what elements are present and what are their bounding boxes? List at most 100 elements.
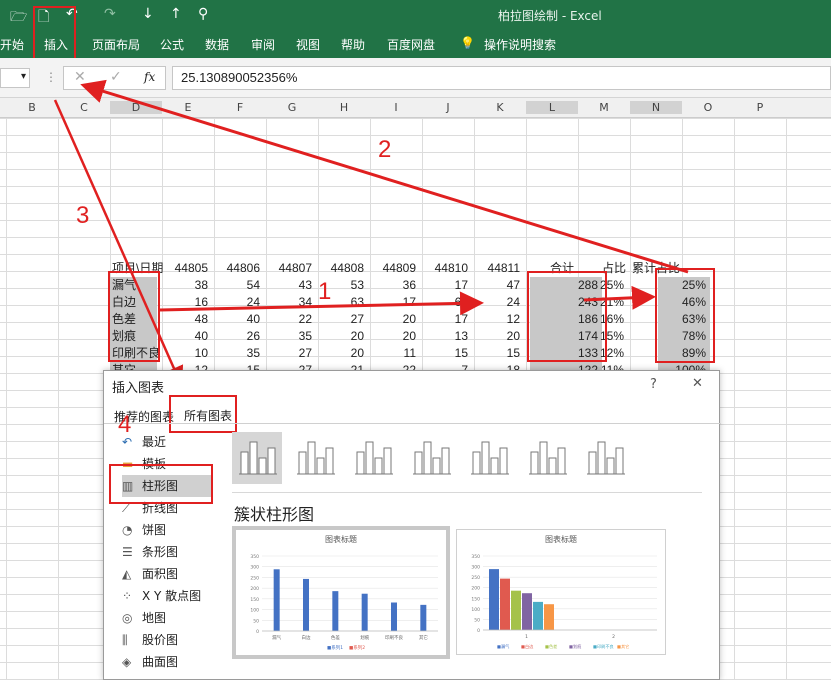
3d-column-icon <box>587 441 625 475</box>
clustered-column-icon <box>239 441 277 475</box>
preview-ytick: 300 <box>471 565 480 571</box>
area-chart-icon: ◭ <box>122 567 132 581</box>
arrow-2 <box>80 79 689 274</box>
chart-type-label: 曲面图 <box>142 655 179 669</box>
preview-xtick: 白边 <box>302 634 311 641</box>
100-stacked-column-icon <box>355 441 393 475</box>
preview-legend: ■系列1 <box>327 644 343 651</box>
arrow-1b <box>583 285 656 310</box>
scatter-chart-icon: ⁘ <box>122 589 133 603</box>
preview-ytick: 0 <box>477 628 480 634</box>
preview-xtick: 其它 <box>419 634 428 641</box>
chart-preview-2-svg: 图表标题 350 300 250 200 150 100 50 0 1 2 ■漏气 ■白边 ■色差 ■划痕 ■… <box>471 534 657 650</box>
subtype-3d-clustered-column[interactable] <box>406 432 456 484</box>
preview-xtick: 色差 <box>331 634 340 641</box>
highlight-all-charts-tab <box>169 395 237 433</box>
surface-chart-icon: ◈ <box>122 655 132 669</box>
subtype-3d-100-stacked-column[interactable] <box>522 432 572 484</box>
chart-preview-1-svg: 图表标题 350 300 250 200 150 100 50 0 漏气 白边 色差 划痕 印刷不良 其它 ■… <box>250 534 438 651</box>
chart-preview-1[interactable]: 图表标题 350 300 250 200 150 100 50 0 漏气 白边 色差 划痕 印刷不良 其它 ■… <box>232 526 450 659</box>
chart-type-surface-chart[interactable]: ◈ 曲面图 <box>122 651 212 673</box>
chart-subtype-heading: 簇状柱形图 <box>234 505 315 524</box>
preview-bar <box>544 604 554 630</box>
close-button[interactable]: ✕ <box>692 376 703 391</box>
chart-type-label: 饼图 <box>142 523 167 537</box>
preview-xtick: 划痕 <box>360 634 369 641</box>
3d-stacked-column-icon <box>471 441 509 475</box>
annotation-label-1: 1 <box>318 278 332 305</box>
tab-divider <box>104 423 721 424</box>
arrow-3 <box>53 99 184 387</box>
subtype-100-stacked-column[interactable] <box>348 432 398 484</box>
annotation-label-2: 2 <box>378 136 392 163</box>
preview-ytick: 0 <box>256 629 259 635</box>
preview-ytick: 150 <box>471 596 480 602</box>
subtype-3d-column[interactable] <box>580 432 630 484</box>
chart-type-map-chart[interactable]: ◎ 地图 <box>122 607 212 629</box>
chart-type-pie-chart[interactable]: ◔ 饼图 <box>122 519 212 541</box>
preview-bar <box>511 590 521 630</box>
preview-legend: ■系列2 <box>349 644 365 651</box>
preview-xtick: 2 <box>612 634 615 640</box>
preview-ytick: 50 <box>474 617 480 623</box>
preview-legend: ■划痕 <box>569 643 582 650</box>
preview-ytick: 200 <box>471 586 480 592</box>
chart-type-label: X Y 散点图 <box>142 589 202 603</box>
preview-ytick: 250 <box>250 575 259 581</box>
chart-type-bar-chart[interactable]: ☰ 条形图 <box>122 541 212 563</box>
chart-type-stock-chart[interactable]: ⫼ 股价图 <box>122 629 212 651</box>
preview-bar <box>303 578 309 631</box>
chart-type-label: 面积图 <box>142 567 179 581</box>
chart-type-label: 股价图 <box>142 633 179 647</box>
preview-ytick: 250 <box>471 575 480 581</box>
preview-legend: ■其它 <box>617 643 629 650</box>
preview-ytick: 100 <box>250 608 259 614</box>
preview-bar <box>391 602 397 631</box>
preview-xtick: 1 <box>525 634 528 640</box>
stacked-column-icon <box>297 441 335 475</box>
preview-ytick: 200 <box>250 586 259 592</box>
preview-title: 图表标题 <box>545 534 577 544</box>
preview-legend: ■漏气 <box>497 643 510 650</box>
preview-ytick: 150 <box>250 597 259 603</box>
preview-bar <box>420 604 427 631</box>
3d-clustered-column-icon <box>413 441 451 475</box>
preview-bar <box>489 569 499 630</box>
preview-xtick: 印刷不良 <box>385 634 403 641</box>
preview-ytick: 50 <box>253 618 259 624</box>
preview-bar <box>500 578 510 630</box>
insert-chart-dialog: 插入图表 ? ✕ 推荐的图表 所有图表 4 ↶ 最近 ▬ 模板 ▥ 柱形图 ⟋ 折线图 ◔ 饼图 ☰… <box>103 370 721 680</box>
preview-legend: ■印刷不良 <box>593 643 614 650</box>
chart-type-label: 条形图 <box>142 545 179 559</box>
help-button[interactable]: ? <box>650 377 657 392</box>
annotation-label-3: 3 <box>76 202 90 229</box>
preview-ytick: 350 <box>250 554 259 560</box>
bar-chart-icon: ☰ <box>122 545 133 559</box>
subtype-clustered-column[interactable] <box>232 432 282 484</box>
chart-type-label: 地图 <box>142 611 167 625</box>
chart-preview-2[interactable]: 图表标题 350 300 250 200 150 100 50 0 1 2 ■漏气 ■白边 ■色差 ■划痕 ■… <box>456 529 666 655</box>
subtype-3d-stacked-column[interactable] <box>464 432 514 484</box>
preview-bar <box>522 593 532 630</box>
chart-type-scatter-chart[interactable]: ⁘ X Y 散点图 <box>122 585 212 607</box>
subtype-stacked-column[interactable] <box>290 432 340 484</box>
preview-ytick: 100 <box>471 607 480 613</box>
gallery-divider <box>232 492 702 493</box>
chart-type-label: 最近 <box>142 435 167 449</box>
preview-bar <box>533 601 543 630</box>
recent-icon: ↶ <box>122 435 133 449</box>
preview-title: 图表标题 <box>325 534 357 544</box>
preview-ytick: 300 <box>250 565 259 571</box>
stock-chart-icon: ⫼ <box>122 633 128 647</box>
pie-chart-icon: ◔ <box>122 523 133 537</box>
highlight-column-chart <box>109 464 213 504</box>
preview-ytick: 350 <box>471 554 480 560</box>
chart-type-area-chart[interactable]: ◭ 面积图 <box>122 563 212 585</box>
map-chart-icon: ◎ <box>122 611 133 625</box>
preview-legend: ■色差 <box>545 643 557 649</box>
preview-legend: ■白边 <box>521 643 534 650</box>
preview-bar <box>273 569 280 631</box>
preview-bar <box>332 591 339 631</box>
chart-type-recent[interactable]: ↶ 最近 <box>122 431 212 453</box>
3d-100-stacked-column-icon <box>529 441 567 475</box>
